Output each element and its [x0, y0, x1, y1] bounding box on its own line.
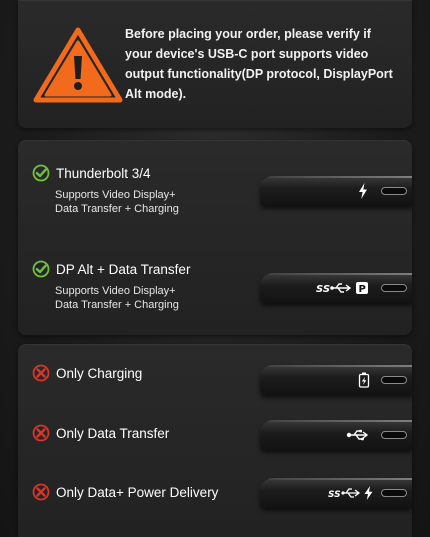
x-circle-icon — [32, 424, 50, 442]
laptop-edge-image — [260, 420, 412, 450]
item-heading: DP Alt + Data Transfer — [32, 260, 190, 278]
list-item-only-data-power-delivery: Only Data+ Power Delivery SS — [18, 464, 412, 537]
list-item-thunderbolt: Thunderbolt 3/4 Supports Video Display+ … — [18, 140, 412, 235]
warning-line-2: your device's USB-C port supports video — [125, 47, 369, 61]
x-circle-icon — [32, 364, 50, 382]
laptop-edge-image — [260, 365, 412, 395]
usb-c-port — [381, 376, 407, 384]
item-title: DP Alt + Data Transfer — [56, 261, 191, 277]
item-title: Only Data+ Power Delivery — [56, 484, 219, 500]
description-line-1: Supports Video Display+ — [55, 189, 176, 201]
item-title: Only Data Transfer — [56, 425, 170, 441]
warning-triangle-icon — [33, 27, 123, 103]
laptop-edge-image — [260, 176, 412, 206]
description-line-2: Data Transfer + Charging — [55, 299, 179, 311]
item-title: Only Charging — [56, 365, 143, 381]
list-item-only-charging: Only Charging — [18, 344, 412, 404]
item-description: Supports Video Display+ Data Transfer + … — [55, 188, 179, 216]
item-heading: Thunderbolt 3/4 — [32, 164, 151, 182]
list-item-only-data-transfer: Only Data Transfer — [18, 404, 412, 464]
thunderbolt-icon — [359, 183, 367, 199]
x-circle-icon — [32, 483, 50, 501]
usb-c-port — [381, 284, 407, 292]
warning-panel: Before placing your order, please verify… — [18, 0, 412, 128]
warning-line-1: Before placing your order, please verify… — [125, 27, 371, 41]
item-heading: Only Data+ Power Delivery — [32, 483, 218, 501]
usb-c-port — [381, 489, 407, 497]
description-line-1: Supports Video Display+ — [55, 285, 176, 297]
item-heading: Only Charging — [32, 364, 142, 382]
ss-usb-displayport-icon: SS P — [316, 282, 368, 295]
list-item-dp-alt: DP Alt + Data Transfer Supports Video Di… — [18, 235, 412, 335]
svg-text:SS: SS — [328, 490, 341, 500]
battery-charging-icon — [358, 372, 370, 388]
check-circle-icon — [32, 164, 50, 182]
warning-line-4: Alt mode). — [125, 87, 187, 101]
check-circle-icon — [32, 260, 50, 278]
laptop-edge-image: SS — [260, 478, 412, 508]
unsupported-ports-panel: Only Charging Only Data Transfer Only Da… — [18, 344, 412, 537]
warning-message: Before placing your order, please verify… — [125, 24, 405, 104]
usb-icon — [346, 429, 369, 441]
usb-c-port — [381, 187, 407, 195]
svg-text:SS: SS — [316, 284, 330, 295]
item-heading: Only Data Transfer — [32, 424, 169, 442]
warning-line-3: output functionality(DP protocol, Displa… — [125, 67, 393, 81]
ss-usb-power-delivery-icon: SS — [328, 486, 373, 500]
item-description: Supports Video Display+ Data Transfer + … — [55, 284, 179, 312]
laptop-edge-image: SS P — [260, 273, 412, 303]
description-line-2: Data Transfer + Charging — [55, 203, 179, 215]
item-title: Thunderbolt 3/4 — [56, 165, 151, 181]
supported-ports-panel: Thunderbolt 3/4 Supports Video Display+ … — [18, 140, 412, 335]
usb-c-port — [381, 431, 407, 439]
svg-text:P: P — [359, 284, 366, 295]
